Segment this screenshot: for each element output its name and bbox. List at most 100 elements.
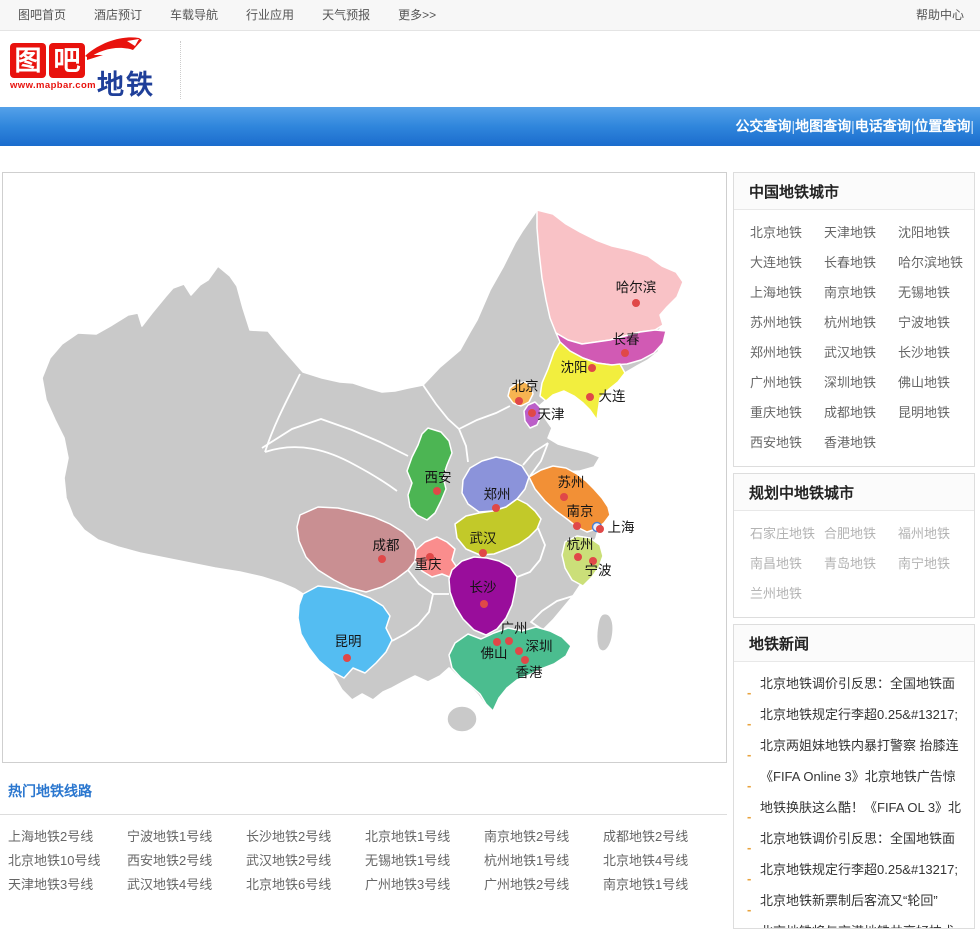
hot-line-link[interactable]: 北京地铁4号线 xyxy=(603,849,722,873)
metro-city-link[interactable]: 北京地铁 xyxy=(750,218,824,248)
hot-line-link[interactable]: 天津地铁3号线 xyxy=(8,873,127,897)
hot-line-link[interactable]: 广州地铁3号线 xyxy=(365,873,484,897)
metro-city-link[interactable]: 长春地铁 xyxy=(824,248,898,278)
news-item[interactable]: 地铁换肤这么酷！《FIFA OL 3》北 xyxy=(734,792,964,823)
city-dot-北京[interactable] xyxy=(515,397,523,405)
hot-line-link[interactable]: 北京地铁1号线 xyxy=(365,825,484,849)
metro-city-link[interactable]: 沈阳地铁 xyxy=(898,218,972,248)
city-label-杭州[interactable]: 杭州 xyxy=(567,537,594,552)
city-label-成都[interactable]: 成都 xyxy=(373,538,400,553)
nav-item[interactable]: 公交查询 xyxy=(735,118,791,134)
city-dot-杭州[interactable] xyxy=(574,553,582,561)
top-menu-item[interactable]: 图吧首页 xyxy=(4,0,80,30)
city-dot-大连[interactable] xyxy=(586,393,594,401)
city-label-西安[interactable]: 西安 xyxy=(425,470,452,485)
city-dot-佛山[interactable] xyxy=(493,638,501,646)
metro-city-link[interactable]: 大连地铁 xyxy=(750,248,824,278)
news-item[interactable]: 北京地铁将与京港地铁共享好技术 xyxy=(734,916,964,928)
city-dot-哈尔滨[interactable] xyxy=(632,299,640,307)
city-label-深圳[interactable]: 深圳 xyxy=(526,639,553,654)
city-label-宁波[interactable]: 宁波 xyxy=(585,562,613,578)
metro-city-link[interactable]: 重庆地铁 xyxy=(750,398,824,428)
city-label-郑州[interactable]: 郑州 xyxy=(484,487,511,502)
city-label-昆明[interactable]: 昆明 xyxy=(335,634,362,649)
city-label-重庆[interactable]: 重庆 xyxy=(415,557,442,572)
city-label-北京[interactable]: 北京 xyxy=(512,379,539,394)
city-label-大连[interactable]: 大连 xyxy=(599,389,627,404)
city-dot-苏州[interactable] xyxy=(560,493,568,501)
city-label-沈阳[interactable]: 沈阳 xyxy=(561,360,588,375)
hot-line-link[interactable]: 上海地铁2号线 xyxy=(8,825,127,849)
metro-city-link[interactable]: 成都地铁 xyxy=(824,398,898,428)
city-label-南京[interactable]: 南京 xyxy=(567,504,594,519)
city-label-长春[interactable]: 长春 xyxy=(613,332,641,347)
top-menu-item[interactable]: 车载导航 xyxy=(156,0,232,30)
nav-item[interactable]: 电话查询 xyxy=(855,118,911,134)
metro-city-link[interactable]: 哈尔滨地铁 xyxy=(898,248,972,278)
news-item[interactable]: 北京地铁新票制后客流又“轮回” xyxy=(734,885,964,916)
news-item[interactable]: 北京地铁调价引反思：全国地铁面 xyxy=(734,823,964,854)
hot-line-link[interactable]: 北京地铁10号线 xyxy=(8,849,127,873)
top-menu-item[interactable]: 行业应用 xyxy=(232,0,308,30)
metro-city-link[interactable]: 昆明地铁 xyxy=(898,398,972,428)
city-label-佛山[interactable]: 佛山 xyxy=(481,646,508,661)
city-label-天津[interactable]: 天津 xyxy=(538,407,565,422)
hot-line-link[interactable]: 宁波地铁1号线 xyxy=(127,825,246,849)
nav-item[interactable]: 位置查询 xyxy=(914,118,970,134)
city-dot-广州[interactable] xyxy=(505,637,513,645)
hot-line-link[interactable]: 武汉地铁4号线 xyxy=(127,873,246,897)
hot-line-link[interactable]: 长沙地铁2号线 xyxy=(246,825,365,849)
metro-city-link[interactable]: 深圳地铁 xyxy=(824,368,898,398)
top-menu-item[interactable]: 天气预报 xyxy=(308,0,384,30)
city-dot-郑州[interactable] xyxy=(492,504,500,512)
city-dot-天津[interactable] xyxy=(528,409,536,417)
top-menu-item[interactable]: 酒店预订 xyxy=(80,0,156,30)
city-label-上海[interactable]: 上海 xyxy=(608,520,635,535)
metro-city-link[interactable]: 长沙地铁 xyxy=(898,338,972,368)
city-label-香港[interactable]: 香港 xyxy=(516,665,544,680)
nav-item[interactable]: 地图查询 xyxy=(795,118,851,134)
hot-line-link[interactable]: 武汉地铁2号线 xyxy=(246,849,365,873)
city-dot-上海[interactable] xyxy=(596,525,604,533)
metro-city-link[interactable]: 郑州地铁 xyxy=(750,338,824,368)
metro-city-link[interactable]: 香港地铁 xyxy=(824,428,898,458)
news-item[interactable]: 北京地铁规定行李超0.25&#13217; xyxy=(734,699,964,730)
city-label-武汉[interactable]: 武汉 xyxy=(470,531,497,546)
city-dot-西安[interactable] xyxy=(433,487,441,495)
metro-city-link[interactable]: 宁波地铁 xyxy=(898,308,972,338)
metro-city-link[interactable]: 杭州地铁 xyxy=(824,308,898,338)
hot-line-link[interactable]: 西安地铁2号线 xyxy=(127,849,246,873)
top-menu-item[interactable]: 更多>> xyxy=(384,0,450,30)
city-dot-长春[interactable] xyxy=(621,349,629,357)
city-dot-成都[interactable] xyxy=(378,555,386,563)
china-metro-map[interactable]: 哈尔滨长春沈阳 大连 北京天津西安郑州 苏州南京 上海武汉重庆 成都长沙 杭州宁波昆明 广州佛… xyxy=(2,172,727,763)
hot-line-link[interactable]: 北京地铁6号线 xyxy=(246,873,365,897)
metro-city-link[interactable]: 武汉地铁 xyxy=(824,338,898,368)
city-dot-武汉[interactable] xyxy=(479,549,487,557)
hot-line-link[interactable]: 杭州地铁1号线 xyxy=(484,849,603,873)
metro-city-link[interactable]: 天津地铁 xyxy=(824,218,898,248)
city-dot-长沙[interactable] xyxy=(480,600,488,608)
news-item[interactable]: 《FIFA Online 3》北京地铁广告惊 xyxy=(734,761,964,792)
news-item[interactable]: 北京两姐妹地铁内暴打警察 抬膝连 xyxy=(734,730,964,761)
city-label-苏州[interactable]: 苏州 xyxy=(558,475,585,490)
news-item[interactable]: 北京地铁调价引反思：全国地铁面 xyxy=(734,668,964,699)
metro-city-link[interactable]: 苏州地铁 xyxy=(750,308,824,338)
hot-line-link[interactable]: 成都地铁2号线 xyxy=(603,825,722,849)
city-dot-南京[interactable] xyxy=(573,522,581,530)
metro-city-link[interactable]: 无锡地铁 xyxy=(898,278,972,308)
hot-line-link[interactable]: 南京地铁1号线 xyxy=(603,873,722,897)
help-center-link[interactable]: 帮助中心 xyxy=(916,0,964,30)
city-label-广州[interactable]: 广州 xyxy=(501,621,528,636)
city-dot-沈阳[interactable] xyxy=(588,364,596,372)
city-dot-昆明[interactable] xyxy=(343,654,351,662)
city-dot-深圳[interactable] xyxy=(515,647,523,655)
metro-city-link[interactable]: 广州地铁 xyxy=(750,368,824,398)
city-label-哈尔滨[interactable]: 哈尔滨 xyxy=(616,280,657,295)
metro-city-link[interactable]: 南京地铁 xyxy=(824,278,898,308)
hot-line-link[interactable]: 广州地铁2号线 xyxy=(484,873,603,897)
hot-line-link[interactable]: 南京地铁2号线 xyxy=(484,825,603,849)
metro-city-link[interactable]: 西安地铁 xyxy=(750,428,824,458)
metro-city-link[interactable]: 佛山地铁 xyxy=(898,368,972,398)
city-label-长沙[interactable]: 长沙 xyxy=(470,580,497,595)
